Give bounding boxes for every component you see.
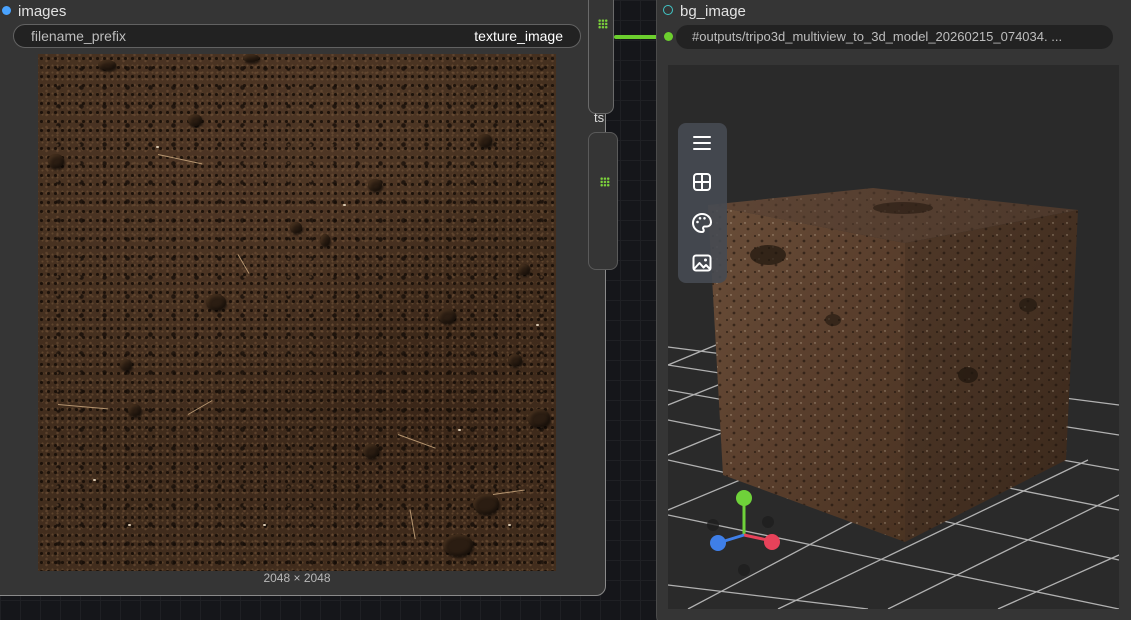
model-file-path[interactable]: #outputs/tripo3d_multiview_to_3d_model_2… <box>692 29 1062 44</box>
images-input-label: images <box>18 3 67 20</box>
3d-viewport[interactable] <box>668 65 1119 609</box>
output-grip-icon[interactable] <box>600 177 610 187</box>
viewer-toolbar <box>678 123 727 283</box>
palette-icon[interactable] <box>690 211 714 235</box>
3d-scene[interactable] <box>668 65 1119 609</box>
image-dimensions-label: 2048 × 2048 <box>263 571 331 585</box>
filename-prefix-label: filename_prefix <box>31 28 126 44</box>
hidden-node-label: ts <box>594 110 605 125</box>
bg-image-label: bg_image <box>680 3 746 20</box>
connection-link <box>614 35 658 39</box>
images-input-port[interactable] <box>2 6 11 15</box>
model-file-input[interactable]: #outputs/tripo3d_multiview_to_3d_model_2… <box>676 25 1113 49</box>
output-grip-icon[interactable] <box>598 19 608 29</box>
image-icon[interactable] <box>690 251 714 275</box>
bg-image-port-icon[interactable] <box>663 5 673 15</box>
texture-image-preview <box>38 54 556 571</box>
model-input-port[interactable] <box>664 32 673 41</box>
grid-view-icon[interactable] <box>690 170 714 194</box>
axis-gizmo <box>707 490 780 576</box>
hidden-node-bottom[interactable] <box>588 132 618 270</box>
hidden-node-top[interactable] <box>588 0 614 114</box>
soil-cube-model <box>708 188 1078 542</box>
menu-icon[interactable] <box>690 131 714 155</box>
filename-prefix-widget[interactable]: filename_prefix texture_image <box>13 24 581 48</box>
filename-prefix-value[interactable]: texture_image <box>474 28 563 44</box>
